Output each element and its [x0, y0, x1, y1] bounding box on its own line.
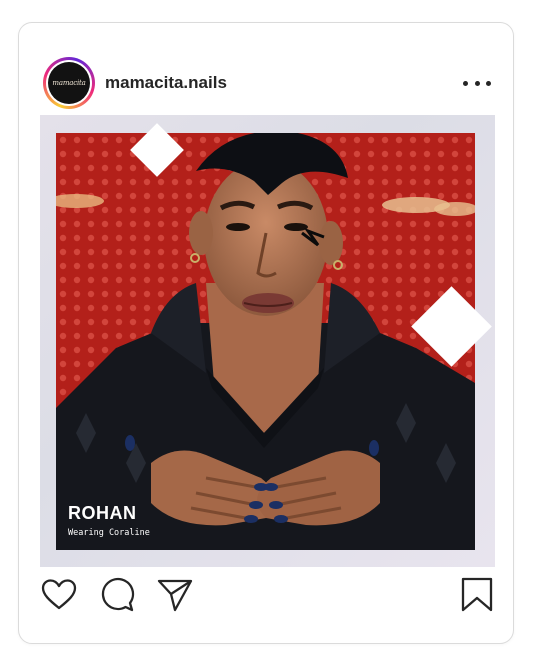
- avatar-border: mamacita: [46, 60, 92, 106]
- photo-overlay-caption: Wearing Coraline: [68, 528, 150, 538]
- portrait-illustration: [56, 133, 475, 550]
- more-dot: [486, 80, 491, 86]
- avatar[interactable]: mamacita: [43, 57, 95, 109]
- post-actions-bar: [19, 575, 513, 619]
- heart-icon[interactable]: [39, 575, 79, 615]
- more-dot: [463, 80, 468, 86]
- post-photo: ROHAN Wearing Coraline: [56, 133, 475, 550]
- heart-icon-svg: [41, 579, 77, 610]
- more-dot: [474, 80, 480, 86]
- username-link[interactable]: mamacita.nails: [105, 73, 227, 93]
- more-options-icon[interactable]: [463, 75, 491, 91]
- instagram-post-card: mamacita mamacita.nails ROHAN Wearing Co…: [18, 22, 514, 644]
- avatar-logo: mamacita: [48, 62, 90, 104]
- photo-overlay-name: ROHAN: [68, 503, 137, 523]
- paper-plane-icon-svg: [157, 579, 193, 612]
- bookmark-icon[interactable]: [457, 575, 497, 615]
- post-header: mamacita mamacita.nails: [19, 23, 513, 115]
- post-media-frame[interactable]: ROHAN Wearing Coraline: [40, 115, 495, 567]
- bookmark-icon-svg: [461, 577, 493, 612]
- comment-icon[interactable]: [97, 575, 137, 615]
- comment-icon-svg: [101, 577, 135, 612]
- paper-plane-icon[interactable]: [155, 575, 195, 615]
- avatar-logo-text: mamacita: [52, 79, 86, 87]
